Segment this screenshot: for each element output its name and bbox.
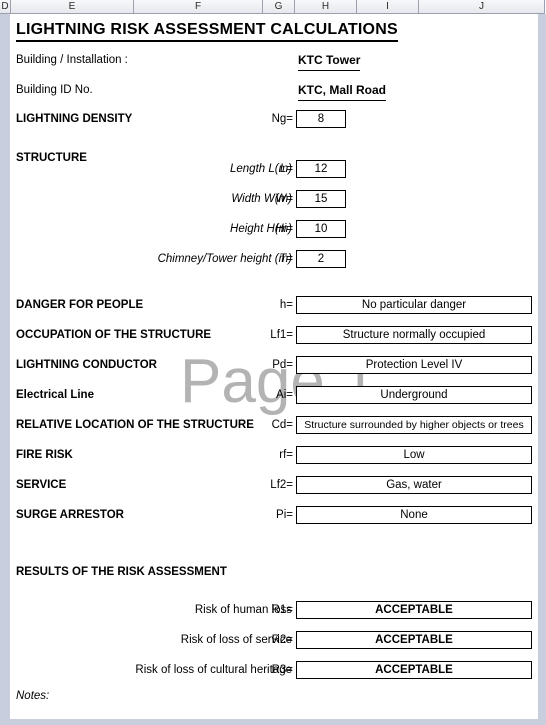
symbol-ai: Ai= xyxy=(276,389,293,401)
input-chimney-tower-height[interactable]: 2 xyxy=(296,250,346,268)
input-lightning-conductor[interactable]: Protection Level IV xyxy=(296,356,532,374)
input-electrical-line[interactable]: Underground xyxy=(296,386,532,404)
label-surge-arrestor: SURGE ARRESTOR xyxy=(16,509,124,521)
row-structure-width: Width W(m) W= 15 xyxy=(10,189,538,209)
input-danger-for-people[interactable]: No particular danger xyxy=(296,296,532,314)
symbol-lf1: Lf1= xyxy=(270,329,293,341)
column-header-h[interactable]: H xyxy=(295,0,357,14)
heading-results: RESULTS OF THE RISK ASSESSMENT xyxy=(16,566,227,578)
input-relative-location[interactable]: Structure surrounded by higher objects o… xyxy=(296,416,532,434)
symbol-width: W= xyxy=(275,193,293,205)
symbol-h: h= xyxy=(279,299,293,311)
input-fire-risk[interactable]: Low xyxy=(296,446,532,464)
column-header-j[interactable]: J xyxy=(419,0,545,14)
input-lightning-density[interactable]: 8 xyxy=(296,110,346,128)
symbol-length: L= xyxy=(279,163,293,175)
symbol-ng: Ng= xyxy=(271,113,293,125)
symbol-height: Hi= xyxy=(275,223,293,235)
row-result-r2: Risk of loss of service R2= ACCEPTABLE xyxy=(10,630,538,650)
symbol-lf2: Lf2= xyxy=(270,479,293,491)
column-header-g[interactable]: G xyxy=(263,0,295,14)
row-danger-for-people: DANGER FOR PEOPLE h= No particular dange… xyxy=(10,295,538,315)
input-service[interactable]: Gas, water xyxy=(296,476,532,494)
column-header-d[interactable]: D xyxy=(0,0,11,14)
value-building-id[interactable]: KTC, Mall Road xyxy=(298,80,387,101)
symbol-r2: R2= xyxy=(271,634,293,646)
row-building-installation: Building / Installation : KTC Tower xyxy=(10,50,538,71)
input-surge-arrestor[interactable]: None xyxy=(296,506,532,524)
input-structure-width[interactable]: 15 xyxy=(296,190,346,208)
row-fire-risk: FIRE RISK rf= Low xyxy=(10,445,538,465)
row-result-r1: Risk of human loss R1= ACCEPTABLE xyxy=(10,600,538,620)
column-header-f[interactable]: F xyxy=(134,0,263,14)
row-result-r3: Risk of loss of cultural heritage R3= AC… xyxy=(10,660,538,680)
label-fire-risk: FIRE RISK xyxy=(16,449,73,461)
label-electrical-line: Electrical Line xyxy=(16,389,94,401)
column-header-e[interactable]: E xyxy=(11,0,134,14)
row-electrical-line: Electrical Line Ai= Underground xyxy=(10,385,538,405)
row-service: SERVICE Lf2= Gas, water xyxy=(10,475,538,495)
label-relative-location: RELATIVE LOCATION OF THE STRUCTURE xyxy=(16,419,254,431)
symbol-r1: R1= xyxy=(271,604,293,616)
row-building-id: Building ID No. KTC, Mall Road xyxy=(10,80,538,101)
symbol-pi: Pi= xyxy=(276,509,293,521)
column-header-row: DEFGHIJ xyxy=(0,0,546,14)
left-gutter xyxy=(0,14,10,719)
row-occupation-of-structure: OCCUPATION OF THE STRUCTURE Lf1= Structu… xyxy=(10,325,538,345)
value-risk-loss-cultural-heritage: ACCEPTABLE xyxy=(296,661,532,679)
symbol-chimney-tower-height: T= xyxy=(279,253,293,265)
label-occupation-of-structure: OCCUPATION OF THE STRUCTURE xyxy=(16,329,212,341)
row-surge-arrestor: SURGE ARRESTOR Pi= None xyxy=(10,505,538,525)
value-risk-loss-of-service: ACCEPTABLE xyxy=(296,631,532,649)
symbol-rf: rf= xyxy=(279,449,293,461)
row-relative-location: RELATIVE LOCATION OF THE STRUCTURE Cd= S… xyxy=(10,415,538,435)
value-building-installation[interactable]: KTC Tower xyxy=(298,50,361,71)
row-lightning-conductor: LIGHTNING CONDUCTOR Pd= Protection Level… xyxy=(10,355,538,375)
row-structure-height: Height H(m) Hi= 10 xyxy=(10,219,538,239)
label-building-installation: Building / Installation : xyxy=(16,54,128,66)
symbol-cd: Cd= xyxy=(271,419,293,431)
row-structure-length: Length L(m) L= 12 xyxy=(10,159,538,179)
worksheet-content: LIGHTNING RISK ASSESSMENT CALCULATIONS B… xyxy=(10,14,538,719)
label-lightning-conductor: LIGHTNING CONDUCTOR xyxy=(16,359,157,371)
label-service: SERVICE xyxy=(16,479,67,491)
value-risk-human-loss: ACCEPTABLE xyxy=(296,601,532,619)
notes-label: Notes: xyxy=(16,690,50,702)
page-title: LIGHTNING RISK ASSESSMENT CALCULATIONS xyxy=(16,20,398,42)
input-structure-length[interactable]: 12 xyxy=(296,160,346,178)
worksheet-page: Page 1 LIGHTNING RISK ASSESSMENT CALCULA… xyxy=(10,14,538,719)
spreadsheet-window: DEFGHIJ Page 1 LIGHTNING RISK ASSESSMENT… xyxy=(0,0,546,725)
label-lightning-density: LIGHTNING DENSITY xyxy=(16,113,133,125)
row-chimney-tower-height: Chimney/Tower height (m) T= 2 xyxy=(10,249,538,269)
input-occupation-of-structure[interactable]: Structure normally occupied xyxy=(296,326,532,344)
label-danger-for-people: DANGER FOR PEOPLE xyxy=(16,299,144,311)
label-building-id: Building ID No. xyxy=(16,84,93,96)
symbol-r3: R3= xyxy=(271,664,293,676)
input-structure-height[interactable]: 10 xyxy=(296,220,346,238)
symbol-pd: Pd= xyxy=(272,359,293,371)
column-header-i[interactable]: I xyxy=(357,0,419,14)
row-lightning-density: LIGHTNING DENSITY Ng= 8 xyxy=(10,109,538,129)
